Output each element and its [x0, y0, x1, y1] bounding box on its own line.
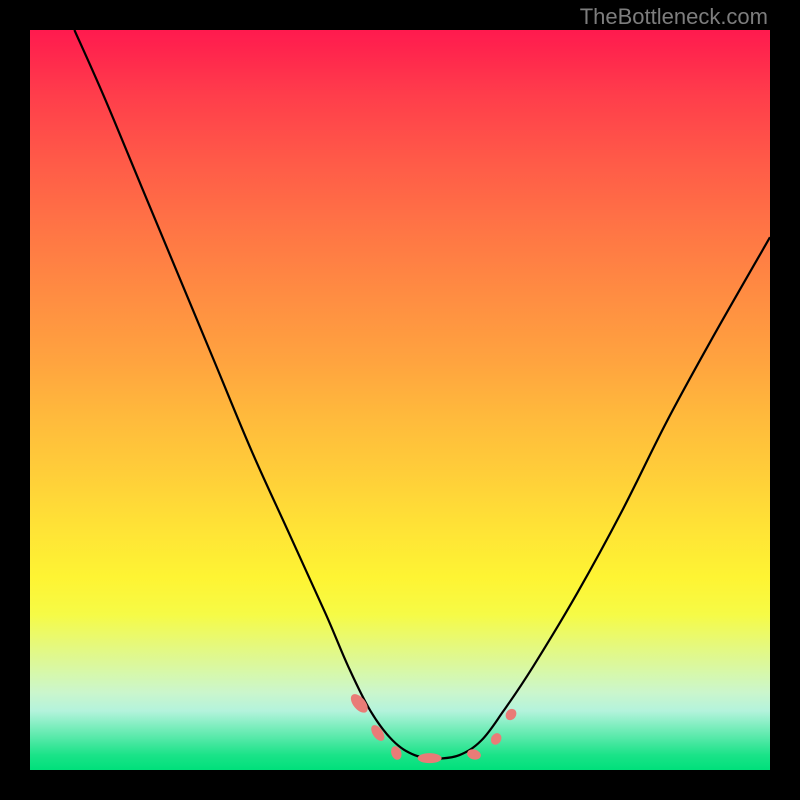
marker-layer [30, 30, 770, 770]
marker-point [348, 691, 371, 716]
marker-point [389, 745, 403, 762]
marker-point [489, 731, 504, 746]
markers-group [348, 691, 519, 763]
marker-point [503, 707, 518, 723]
marker-point [418, 753, 442, 763]
marker-point [369, 723, 388, 743]
marker-point [466, 748, 482, 761]
plot-area [30, 30, 770, 770]
watermark-label: TheBottleneck.com [580, 4, 768, 30]
chart-frame: TheBottleneck.com [0, 0, 800, 800]
